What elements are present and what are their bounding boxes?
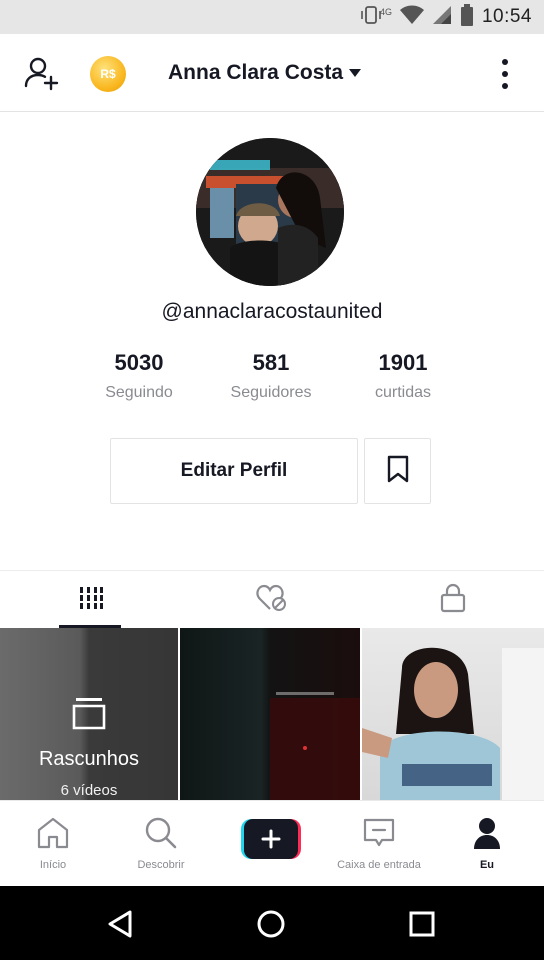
nav-label: Eu (479, 859, 495, 871)
edit-profile-button[interactable]: Editar Perfil (110, 438, 358, 504)
lock-icon (440, 583, 466, 618)
video-grid: Rascunhos 6 vídeos (0, 628, 544, 800)
drafts-label: Rascunhos (38, 748, 140, 770)
vibrate-icon (360, 5, 382, 30)
inbox-icon (362, 815, 396, 851)
video-thumbnail[interactable] (362, 628, 544, 800)
more-vertical-icon[interactable] (494, 56, 516, 92)
nav-label: Início (39, 859, 67, 871)
nav-create[interactable] (238, 801, 304, 887)
profile-icon (471, 815, 503, 851)
back-icon[interactable] (100, 904, 140, 944)
stat-label: curtidas (374, 384, 432, 401)
home-icon (35, 815, 71, 851)
system-nav-bar (0, 886, 544, 960)
profile-tabs (0, 570, 544, 628)
grid-icon (78, 586, 103, 615)
tab-liked[interactable] (181, 571, 362, 629)
stat-followers[interactable]: 581 Seguidores (201, 350, 341, 402)
tab-videos[interactable] (0, 571, 181, 629)
caret-down-icon (349, 64, 362, 82)
bookmark-icon (387, 455, 409, 488)
profile-header: R$ Anna Clara Costa (0, 34, 544, 112)
nav-discover[interactable]: Descobrir (124, 801, 198, 887)
liked-hidden-icon (255, 584, 288, 617)
username: @annaclaracostaunited (161, 300, 383, 323)
stat-following[interactable]: 5030 Seguindo (69, 350, 209, 402)
status-time: 10:54 (481, 6, 532, 27)
recents-icon[interactable] (402, 904, 442, 944)
status-icons: 4G 10:54 (360, 3, 532, 31)
status-bar: 4G 10:54 (0, 0, 544, 34)
favorites-button[interactable] (364, 438, 431, 504)
account-switcher[interactable]: Anna Clara Costa (168, 58, 362, 88)
nav-me[interactable]: Eu (462, 801, 512, 887)
create-button (241, 819, 301, 859)
nav-label: Descobrir (137, 859, 185, 871)
bottom-nav: Início Descobrir Caixa de entrada Eu (0, 800, 544, 886)
battery-icon (460, 3, 474, 31)
drafts-count: 6 vídeos (60, 782, 118, 799)
search-icon (144, 815, 178, 851)
plus-icon (244, 819, 298, 859)
page-title: Anna Clara Costa (168, 61, 344, 84)
tab-private[interactable] (362, 571, 543, 629)
profile-stats: 5030 Seguindo 581 Seguidores 1901 curtid… (0, 350, 544, 414)
stat-value: 581 (252, 350, 290, 375)
drafts-tile[interactable]: Rascunhos 6 vídeos (0, 628, 178, 800)
drafts-icon (72, 698, 106, 735)
coin-label: R$ (100, 67, 116, 81)
coin-icon[interactable]: R$ (90, 56, 126, 92)
video-thumbnail[interactable] (180, 628, 360, 800)
avatar[interactable] (196, 138, 344, 286)
wifi-icon (399, 5, 424, 30)
stat-value: 5030 (114, 350, 164, 375)
add-user-icon[interactable] (22, 54, 62, 94)
nav-label: Caixa de entrada (337, 859, 421, 871)
stat-label: Seguindo (105, 384, 173, 401)
stat-value: 1901 (378, 350, 428, 375)
nav-home[interactable]: Início (22, 801, 84, 887)
nav-inbox[interactable]: Caixa de entrada (326, 801, 432, 887)
stat-label: Seguidores (230, 384, 312, 401)
stat-likes: 1901 curtidas (333, 350, 473, 402)
network-type-label: 4G (379, 7, 392, 17)
cell-signal-icon (432, 5, 452, 30)
home-circle-icon[interactable] (251, 904, 291, 944)
